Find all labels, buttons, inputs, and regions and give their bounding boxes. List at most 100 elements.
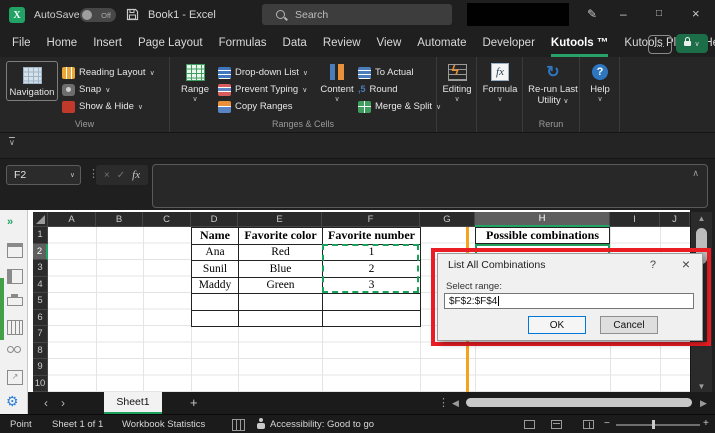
column-header-c[interactable]: C [143, 212, 191, 227]
column-header-f[interactable]: F [322, 212, 420, 227]
printer-icon[interactable] [7, 294, 23, 306]
sheet-tab-sheet1[interactable]: Sheet1 [104, 392, 162, 414]
cell-e1[interactable]: Favorite color [239, 228, 323, 245]
cell-e3[interactable]: Blue [239, 261, 323, 278]
tab-kutools[interactable]: Kutools ™ [550, 30, 609, 57]
tab-automate[interactable]: Automate [417, 30, 466, 57]
content-button[interactable]: Content ∨ [314, 62, 360, 103]
row-header-1[interactable]: 1 [33, 227, 48, 244]
pen-icon[interactable]: ✎ [587, 7, 597, 21]
statistics-icon[interactable] [232, 419, 245, 431]
show-hide-button[interactable]: Show & Hide ∨ [62, 99, 143, 114]
help-button[interactable]: ? Help ∨ [577, 62, 623, 103]
tab-page-layout[interactable]: Page Layout [138, 30, 203, 57]
comments-button[interactable] [648, 35, 672, 54]
insert-function-icon[interactable]: fx [132, 169, 140, 181]
row-header-3[interactable]: 3 [33, 260, 48, 277]
column-header-g[interactable]: G [420, 212, 475, 227]
splitter-handle-icon[interactable]: ⋮ [438, 396, 449, 409]
resource-pane-icon[interactable] [7, 269, 23, 284]
gear-icon[interactable]: ⚙ [6, 393, 19, 410]
collapse-pane-icon[interactable]: ∨ [9, 138, 15, 147]
select-all-button[interactable] [33, 212, 48, 227]
collapse-formula-bar-icon[interactable]: ∧ [692, 168, 699, 179]
scroll-left-icon[interactable]: ◀ [452, 398, 459, 409]
confirm-entry-icon[interactable]: ✓ [117, 170, 125, 181]
add-sheet-button[interactable]: + [190, 395, 198, 410]
row-header-6[interactable]: 6 [33, 309, 48, 326]
external-link-icon[interactable]: ↗ [7, 370, 23, 385]
autosave-toggle[interactable]: Off [80, 8, 116, 22]
cell-d4[interactable]: Maddy [192, 277, 239, 294]
tab-developer[interactable]: Developer [482, 30, 534, 57]
cell-e2[interactable]: Red [239, 244, 323, 261]
scroll-right-icon[interactable]: ▶ [700, 398, 707, 409]
workbook-statistics-button[interactable]: Workbook Statistics [122, 419, 205, 430]
rerun-last-utility-button[interactable]: ↻ Re-run Last Utility ∨ [528, 62, 578, 107]
normal-view-icon[interactable] [524, 420, 535, 429]
horizontal-scroll-thumb[interactable] [466, 398, 692, 407]
scroll-down-icon[interactable]: ▼ [691, 382, 712, 391]
cell-f6[interactable] [323, 310, 421, 327]
column-header-j[interactable]: J [660, 212, 690, 227]
row-header-8[interactable]: 8 [33, 342, 48, 359]
close-button[interactable]: × [692, 6, 700, 21]
reading-layout-button[interactable]: Reading Layout ∨ [62, 65, 155, 80]
search-input[interactable]: Search [262, 4, 452, 25]
accessibility-status[interactable]: Accessibility: Good to go [270, 419, 374, 430]
copy-ranges-button[interactable]: Copy Ranges [218, 99, 293, 114]
column-header-e[interactable]: E [238, 212, 322, 227]
tab-review[interactable]: Review [323, 30, 361, 57]
row-header-5[interactable]: 5 [33, 293, 48, 310]
column-header-d[interactable]: D [191, 212, 238, 227]
column-header-a[interactable]: A [48, 212, 96, 227]
tab-insert[interactable]: Insert [93, 30, 122, 57]
formula-button[interactable]: fx Formula ∨ [477, 62, 523, 103]
row-header-7[interactable]: 7 [33, 326, 48, 343]
ok-button[interactable]: OK [528, 316, 586, 334]
cell-f5[interactable] [323, 294, 421, 311]
column-header-h[interactable]: H [475, 212, 610, 227]
zoom-out-button[interactable]: − [604, 418, 610, 429]
prev-sheet-icon[interactable]: ‹ [44, 396, 48, 410]
tab-file[interactable]: File [12, 30, 31, 57]
drop-down-list-button[interactable]: Drop-down List ∨ [218, 65, 308, 80]
column-header-i[interactable]: I [610, 212, 660, 227]
name-box[interactable]: F2 ∨ [6, 165, 81, 185]
scroll-up-icon[interactable]: ▲ [691, 214, 712, 223]
cell-e6[interactable] [239, 310, 323, 327]
row-header-4[interactable]: 4 [33, 276, 48, 293]
tab-data[interactable]: Data [283, 30, 307, 57]
row-header-10[interactable]: 10 [33, 375, 48, 392]
cell-f1[interactable]: Favorite number [323, 228, 421, 245]
cell-d5[interactable] [192, 294, 239, 311]
navigation-button[interactable]: Navigation [6, 61, 58, 102]
dialog-close-icon[interactable]: × [682, 256, 690, 272]
range-input[interactable]: $F$2:$F$4 [444, 293, 694, 309]
zoom-slider-thumb[interactable] [652, 420, 655, 429]
row-header-9[interactable]: 9 [33, 359, 48, 376]
page-break-view-icon[interactable] [583, 420, 594, 429]
snap-button[interactable]: Snap ∨ [62, 82, 110, 97]
merge-split-button[interactable]: Merge & Split ∨ [358, 99, 441, 114]
cancel-button[interactable]: Cancel [600, 316, 658, 334]
cell-h1-output-header[interactable]: Possible combinations [475, 227, 610, 244]
maximize-button[interactable]: □ [656, 8, 662, 19]
cell-d2[interactable]: Ana [192, 244, 239, 261]
cell-d1[interactable]: Name [192, 228, 239, 245]
formula-input[interactable]: ∧ [152, 164, 708, 208]
prevent-typing-button[interactable]: Prevent Typing ∨ [218, 82, 307, 97]
page-layout-view-icon[interactable] [551, 420, 562, 429]
cell-d3[interactable]: Sunil [192, 261, 239, 278]
tab-formulas[interactable]: Formulas [219, 30, 267, 57]
column-header-b[interactable]: B [96, 212, 143, 227]
next-sheet-icon[interactable]: › [61, 396, 65, 410]
account-name-redacted[interactable] [467, 3, 569, 26]
cell-e4[interactable]: Green [239, 277, 323, 294]
save-icon[interactable] [126, 8, 139, 21]
workbook-pane-icon[interactable] [7, 243, 23, 258]
editing-button[interactable]: Editing ∨ [434, 62, 480, 104]
column-list-icon[interactable] [7, 320, 23, 335]
cell-d6[interactable] [192, 310, 239, 327]
minimize-button[interactable]: – [620, 7, 627, 21]
